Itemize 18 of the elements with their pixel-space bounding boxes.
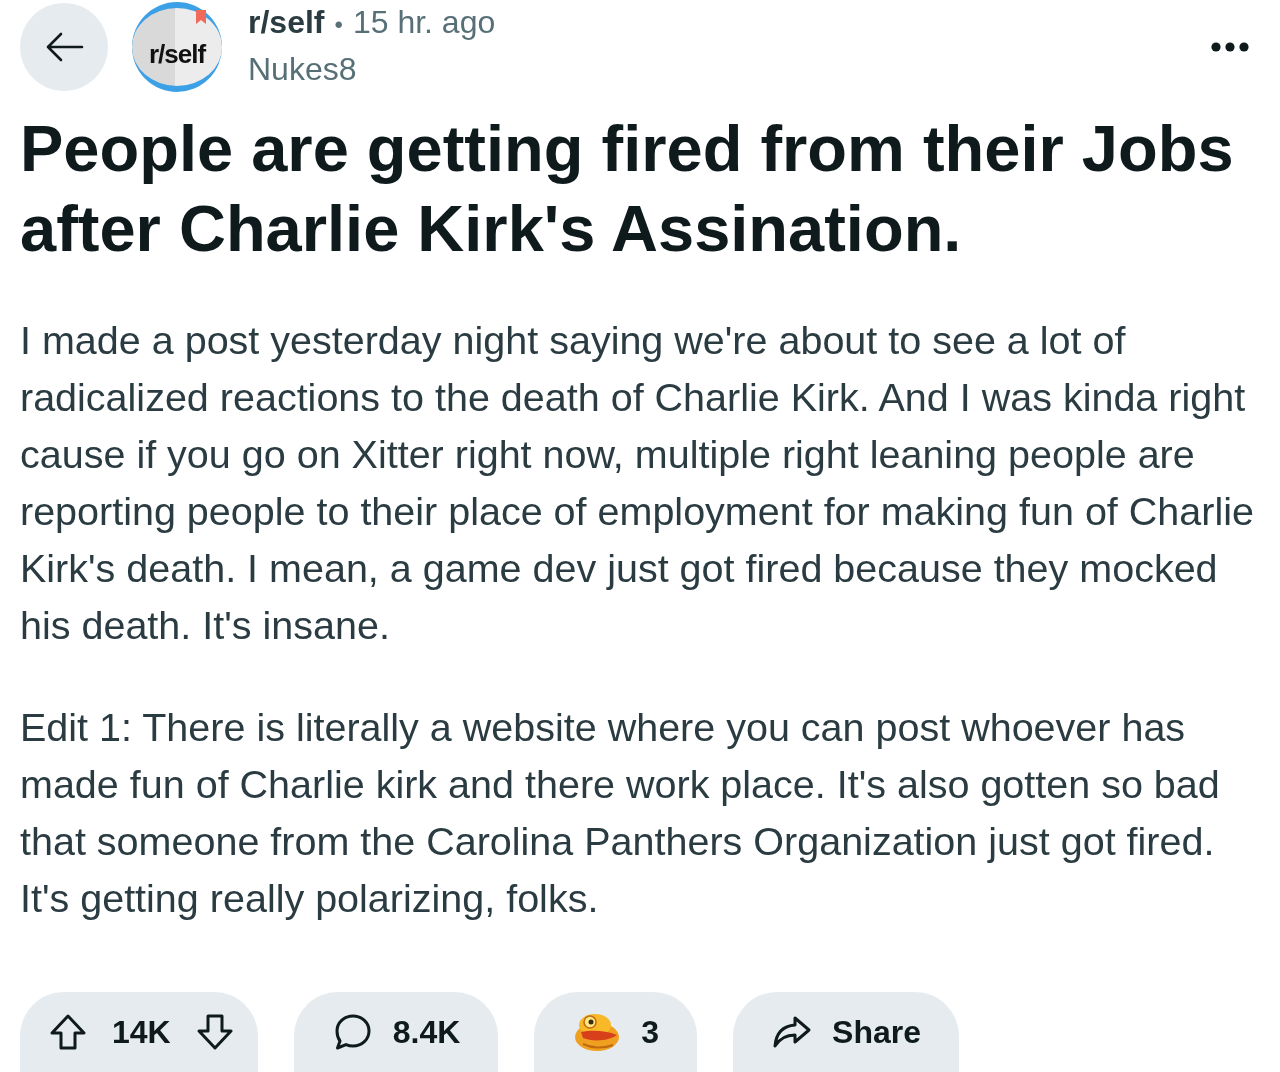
frog-icon bbox=[573, 1012, 622, 1052]
post-time: 15 hr. ago bbox=[352, 2, 496, 42]
post-paragraph: I made a post yesterday night saying we're about to see a lot of radicalized reactions to the death of Charlie Kirk. And I was kinda right cause if you go on Xitter right now, multiple right leaning people are reporting people to their place of employment for making fun of Charlie Kirk's death. I mean, a game dev just got fired because they mocked his death. It's insane. bbox=[20, 317, 1255, 649]
post-paragraph: Edit 1: There is literally a website where you can post whoever has made fun of Charlie kirk and there work place. It's also gotten so bad that someone from the Carolina Panthers Organization just got fired. It's getting really polarizing, folks. bbox=[20, 704, 1221, 922]
share-button[interactable]: Share bbox=[733, 992, 960, 1072]
flag-icon bbox=[196, 10, 206, 24]
author-name[interactable]: Nukes8 bbox=[248, 46, 496, 91]
subreddit-avatar[interactable]: r/self bbox=[132, 2, 222, 92]
award-button[interactable]: 3 bbox=[534, 992, 698, 1072]
post-title: People are getting fired from their Jobs after Charlie Kirk's Assination. bbox=[20, 111, 1235, 267]
separator-dot: • bbox=[334, 9, 343, 40]
vote-count: 14K bbox=[112, 1013, 171, 1051]
avatar-label: r/self bbox=[148, 38, 206, 70]
more-icon bbox=[1211, 42, 1249, 52]
back-arrow-icon bbox=[44, 31, 84, 63]
upvote-icon[interactable] bbox=[48, 1012, 88, 1052]
subreddit-link[interactable]: r/self bbox=[248, 0, 325, 44]
comments-button[interactable]: 8.4K bbox=[293, 992, 499, 1072]
